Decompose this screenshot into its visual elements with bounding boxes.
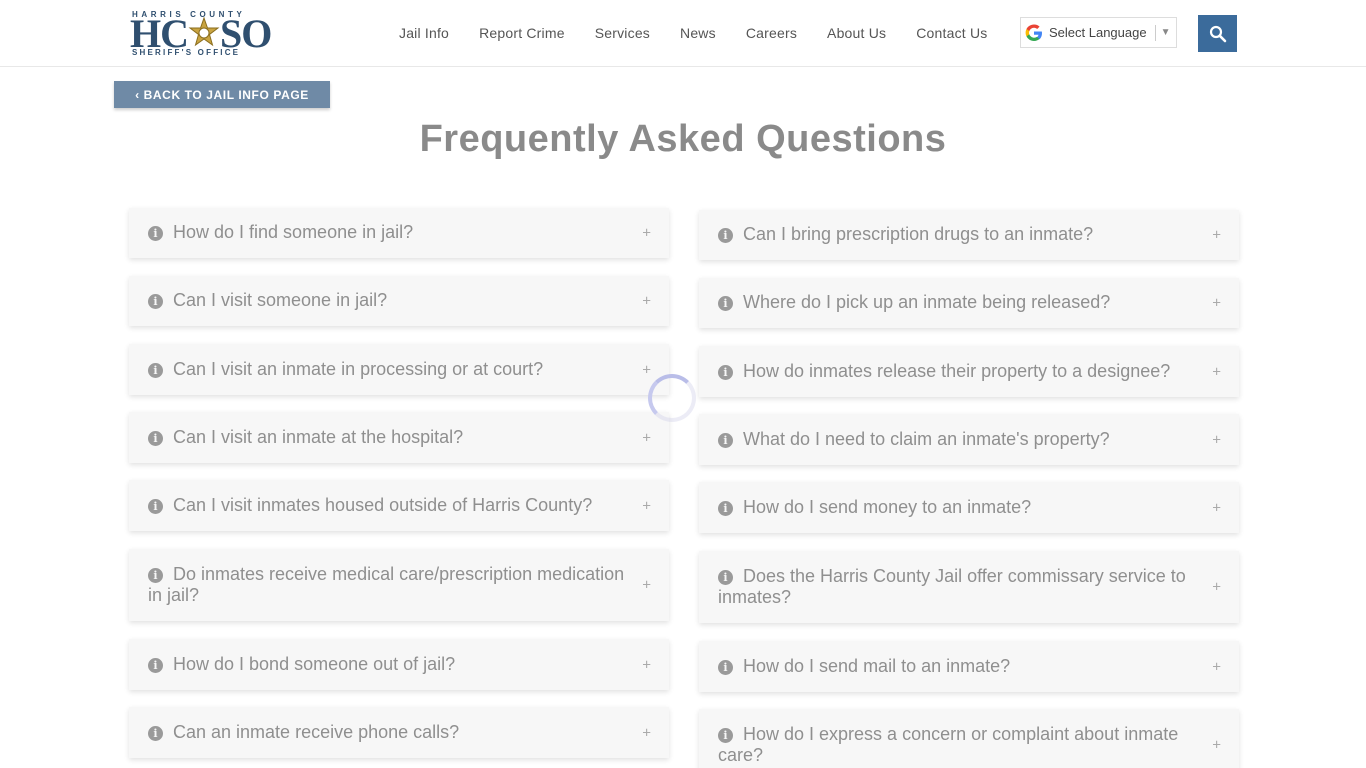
info-icon: i (148, 431, 163, 446)
nav-news[interactable]: News (665, 25, 731, 41)
faq-column-right: i Can I bring prescription drugs to an in… (699, 210, 1239, 768)
faq-question: How do inmates release their property to… (743, 361, 1171, 381)
faq-column-left: i How do I find someone in jail? + i Can I… (129, 208, 669, 758)
info-icon: i (718, 728, 733, 743)
info-icon: i (148, 568, 163, 583)
faq-item[interactable]: i How do I send money to an inmate? + (699, 482, 1239, 533)
faq-item[interactable]: i Does the Harris County Jail offer commi… (699, 551, 1239, 623)
expand-plus-icon[interactable]: + (642, 497, 651, 514)
info-icon: i (148, 363, 163, 378)
info-icon: i (148, 294, 163, 309)
info-icon: i (718, 296, 733, 311)
faq-question: What do I need to claim an inmate's prop… (743, 429, 1110, 449)
info-icon: i (718, 433, 733, 448)
faq-question: How do I bond someone out of jail? (173, 654, 456, 674)
faq-question: Does the Harris County Jail offer commis… (718, 566, 1186, 607)
info-icon: i (718, 365, 733, 380)
info-icon: i (148, 226, 163, 241)
nav-contact-us[interactable]: Contact Us (901, 25, 1002, 41)
expand-plus-icon[interactable]: + (1212, 658, 1221, 675)
nav-jail-info[interactable]: Jail Info (384, 25, 464, 41)
faq-question: How do I find someone in jail? (173, 222, 414, 242)
chevron-down-icon: ▼ (1160, 27, 1171, 38)
faq-question: How do I send mail to an inmate? (743, 656, 1011, 676)
loading-spinner-icon (648, 374, 696, 422)
faq-question: Where do I pick up an inmate being relea… (743, 292, 1111, 312)
expand-plus-icon[interactable]: + (642, 225, 651, 242)
faq-item[interactable]: i Can I visit someone in jail? + (129, 276, 669, 326)
faq-question: Can I bring prescription drugs to an inm… (743, 224, 1094, 244)
faq-item[interactable]: i How do I find someone in jail? + (129, 208, 669, 258)
hcso-logo[interactable]: HARRIS COUNTY HC SO SHERIFF'S OFFICE (130, 10, 272, 58)
expand-plus-icon[interactable]: + (642, 577, 651, 594)
info-icon: i (718, 228, 733, 243)
expand-plus-icon[interactable]: + (1212, 363, 1221, 380)
expand-plus-icon[interactable]: + (1212, 295, 1221, 312)
google-icon (1025, 24, 1042, 41)
faq-item[interactable]: i Can an inmate receive phone calls? + (129, 707, 669, 758)
search-icon (1209, 25, 1226, 42)
faq-item[interactable]: i What do I need to claim an inmate's pro… (699, 414, 1239, 465)
faq-item[interactable]: i Can I visit an inmate in processing or … (129, 344, 669, 395)
faq-question: How do I send money to an inmate? (743, 497, 1032, 517)
sheriff-star-icon (188, 17, 220, 47)
expand-plus-icon[interactable]: + (1212, 737, 1221, 754)
nav-report-crime[interactable]: Report Crime (464, 25, 580, 41)
faq-question: Can I visit inmates housed outside of Ha… (173, 495, 593, 515)
expand-plus-icon[interactable]: + (642, 656, 651, 673)
expand-plus-icon[interactable]: + (642, 429, 651, 446)
expand-plus-icon[interactable]: + (1212, 499, 1221, 516)
nav-services[interactable]: Services (580, 25, 665, 41)
faq-question: Can I visit someone in jail? (173, 290, 388, 310)
faq-item[interactable]: i Can I bring prescription drugs to an in… (699, 210, 1239, 260)
faq-item[interactable]: i How do I express a concern or complaint… (699, 709, 1239, 768)
language-divider (1154, 24, 1156, 41)
faq-item[interactable]: i Do inmates receive medical care/prescri… (129, 549, 669, 621)
logo-bottom-text: SHERIFF'S OFFICE (132, 48, 241, 57)
search-button[interactable] (1198, 15, 1237, 52)
faq-item[interactable]: i Can I visit an inmate at the hospital? … (129, 412, 669, 463)
nav-careers[interactable]: Careers (731, 25, 812, 41)
faq-item[interactable]: i Where do I pick up an inmate being rele… (699, 278, 1239, 328)
faq-question: Can I visit an inmate at the hospital? (173, 427, 464, 447)
faq-item[interactable]: i How do I bond someone out of jail? + (129, 639, 669, 690)
info-icon: i (718, 660, 733, 675)
language-select[interactable]: Select Language ▼ (1020, 17, 1177, 48)
expand-plus-icon[interactable]: + (1212, 227, 1221, 244)
logo-main-text: HC SO (130, 14, 272, 54)
faq-question: How do I express a concern or complaint … (718, 724, 1179, 765)
faq-item[interactable]: i How do inmates release their property t… (699, 346, 1239, 397)
expand-plus-icon[interactable]: + (1212, 431, 1221, 448)
faq-question: Can an inmate receive phone calls? (173, 722, 460, 742)
faq-question: Do inmates receive medical care/prescrip… (148, 564, 625, 605)
page-title: Frequently Asked Questions (419, 118, 947, 160)
expand-plus-icon[interactable]: + (642, 361, 651, 378)
info-icon: i (718, 570, 733, 585)
nav-about-us[interactable]: About Us (812, 25, 901, 41)
expand-plus-icon[interactable]: + (1212, 579, 1221, 596)
info-icon: i (148, 658, 163, 673)
expand-plus-icon[interactable]: + (642, 293, 651, 310)
expand-plus-icon[interactable]: + (642, 724, 651, 741)
back-to-jail-info-button[interactable]: ‹ BACK TO JAIL INFO PAGE (114, 81, 330, 108)
info-icon: i (148, 499, 163, 514)
info-icon: i (148, 726, 163, 741)
faq-item[interactable]: i How do I send mail to an inmate? + (699, 641, 1239, 692)
info-icon: i (718, 501, 733, 516)
faq-item[interactable]: i Can I visit inmates housed outside of H… (129, 480, 669, 531)
language-label: Select Language (1049, 25, 1147, 40)
main-nav: Jail Info Report Crime Services News Car… (384, 0, 1002, 66)
faq-question: Can I visit an inmate in processing or a… (173, 359, 544, 379)
site-header: HARRIS COUNTY HC SO SHERIFF'S OFFICE Jai… (0, 0, 1366, 67)
